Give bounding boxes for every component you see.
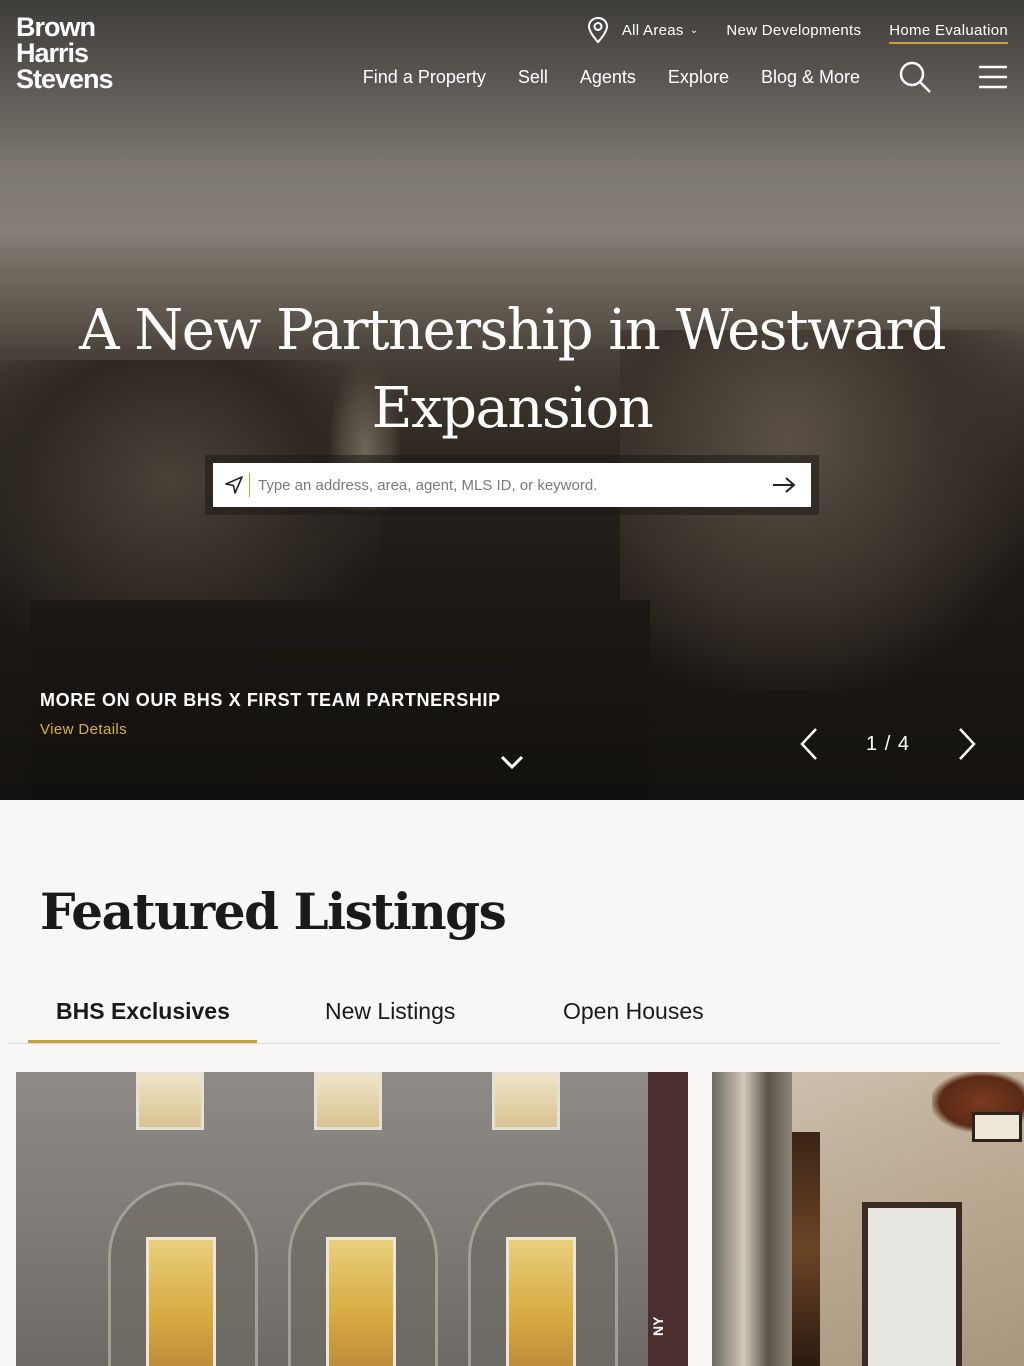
tab-new-listings[interactable]: New Listings (325, 998, 455, 1043)
main-nav: Find a Property Sell Agents Explore Blog… (331, 60, 1024, 94)
hero-headline-line1: A New Partnership in Westward (79, 298, 946, 363)
hero-search-bar (213, 463, 811, 507)
nav-find-a-property[interactable]: Find a Property (363, 67, 486, 88)
listing-window (136, 1072, 204, 1130)
brand-logo[interactable]: Brown Harris Stevens (16, 12, 114, 94)
view-details-link[interactable]: View Details (40, 721, 501, 738)
location-pin-icon (587, 16, 608, 44)
chevron-down-icon: ⌄ (689, 24, 699, 36)
hero-headline-line2: Expansion (371, 376, 654, 441)
arrow-right-icon[interactable] (771, 475, 797, 495)
featured-tabs: BHS Exclusives New Listings Open Houses (8, 990, 1000, 1044)
hero-promo: MORE ON OUR BHS X FIRST TEAM PARTNERSHIP… (40, 690, 501, 738)
featured-listings-title: Featured Listings (40, 882, 507, 941)
nav-home-evaluation[interactable]: Home Evaluation (889, 17, 1008, 44)
hamburger-menu-icon[interactable] (978, 64, 1008, 90)
top-utility-nav: All Areas ⌄ New Developments Home Evalua… (586, 14, 1008, 46)
nav-new-developments[interactable]: New Developments (726, 22, 861, 39)
listing-window-lit (146, 1237, 216, 1366)
hero-headline: A New Partnership in Westward Expansion (0, 292, 1024, 448)
slide-counter: 1 / 4 (866, 732, 910, 755)
hero-promo-title: MORE ON OUR BHS X FIRST TEAM PARTNERSHIP (40, 690, 501, 710)
brand-logo-line2: Harris (16, 38, 89, 68)
hero-banner: Brown Harris Stevens All Areas ⌄ New Dev… (0, 0, 1024, 800)
listing-window (314, 1072, 382, 1130)
brand-logo-line3: Stevens (16, 64, 114, 94)
nav-agents[interactable]: Agents (580, 67, 636, 88)
listing-card-image[interactable] (16, 1072, 688, 1366)
listing-card-image[interactable] (712, 1072, 1024, 1366)
nav-blog-and-more[interactable]: Blog & More (761, 67, 860, 88)
search-icon[interactable] (898, 60, 932, 94)
nav-sell[interactable]: Sell (518, 67, 548, 88)
listing-window-lit (326, 1237, 396, 1366)
tab-bhs-exclusives[interactable]: BHS Exclusives (28, 998, 257, 1043)
search-input[interactable] (250, 465, 771, 505)
chevron-right-icon[interactable] (954, 725, 978, 763)
areas-selector[interactable]: All Areas ⌄ (586, 16, 699, 44)
listing-marble-column (792, 1132, 820, 1366)
listing-location-label: NY (650, 1316, 666, 1336)
slide-pager: 1 / 4 (798, 724, 978, 764)
listing-window-lit (506, 1237, 576, 1366)
listing-mirror-panel (712, 1072, 792, 1366)
tab-open-houses[interactable]: Open Houses (563, 998, 704, 1043)
listing-window (492, 1072, 560, 1130)
nav-explore[interactable]: Explore (668, 67, 729, 88)
brand-logo-line1: Brown (16, 12, 96, 42)
navigation-arrow-icon[interactable] (224, 475, 244, 495)
chevron-down-icon[interactable] (498, 750, 526, 774)
areas-selector-label: All Areas (621, 21, 684, 39)
listing-ceiling-lamp (972, 1112, 1022, 1142)
listing-doorway (862, 1202, 962, 1366)
chevron-left-icon[interactable] (798, 725, 822, 763)
